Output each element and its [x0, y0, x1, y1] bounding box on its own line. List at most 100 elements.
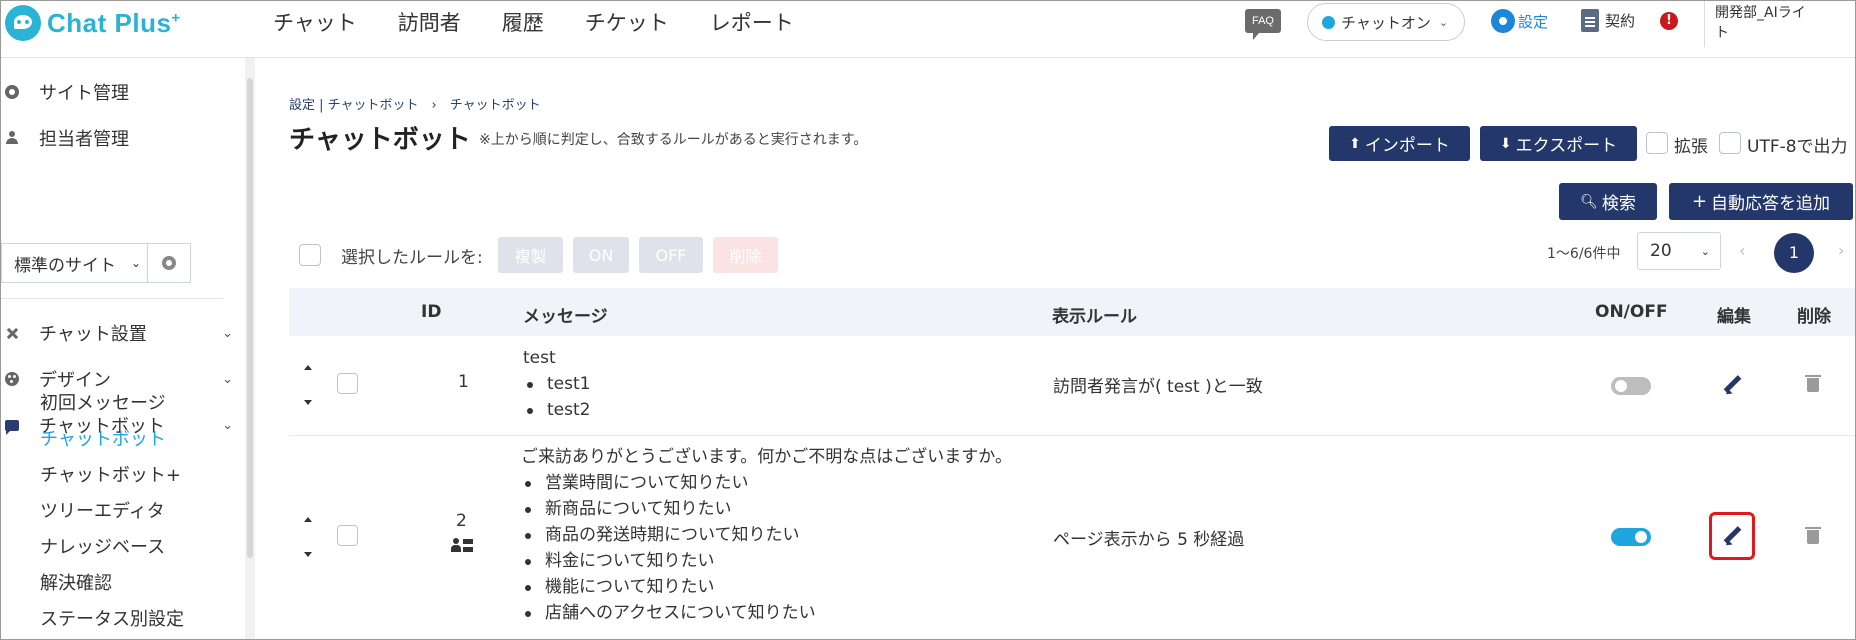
gear-icon: [1491, 9, 1515, 33]
row-toggle-on[interactable]: [1611, 528, 1651, 546]
table-header: ID メッセージ 表示ルール ON/OFF 編集 削除: [289, 288, 1855, 336]
chevron-down-icon: ⌄: [1700, 244, 1710, 258]
row-checkbox[interactable]: [337, 525, 358, 546]
expand-label: 拡張: [1674, 137, 1708, 157]
row-message: ご来訪ありがとうございます。何かご不明な点はございますか。 営業時間について知り…: [521, 444, 1012, 626]
chevron-down-icon: ⌄: [1438, 15, 1449, 29]
bulk-action-label: 選択したルールを:: [341, 248, 483, 268]
site-select[interactable]: 標準のサイト ⌄: [1, 243, 191, 283]
trash-icon[interactable]: [1805, 375, 1821, 392]
settings-link[interactable]: 設定: [1491, 9, 1548, 33]
sidebar-item-chat-setup[interactable]: チャット設置 ⌄: [1, 320, 233, 346]
bulk-off-button[interactable]: OFF: [639, 237, 703, 273]
move-down-icon[interactable]: [304, 552, 312, 557]
nav-visitors[interactable]: 訪問者: [398, 7, 461, 37]
utf8-label: UTF-8で出力: [1747, 137, 1848, 157]
page-size-select[interactable]: 20 ⌄: [1637, 232, 1721, 270]
sidebar-scrollbar[interactable]: [245, 58, 255, 639]
chat-bubble-logo-icon: [5, 5, 41, 41]
chat-status-label: チャットオン: [1341, 13, 1431, 32]
page-note: ※上から順に判定し、合致するルールがあると実行されます。: [479, 132, 868, 148]
sidebar-sub-chatbot-plus[interactable]: チャットボット+: [40, 461, 181, 487]
faq-icon[interactable]: FAQ: [1245, 9, 1281, 40]
contract-link[interactable]: 契約: [1581, 9, 1635, 32]
message-choice: 店舗へのアクセスについて知りたい: [521, 600, 1012, 626]
next-page-icon[interactable]: ›: [1838, 241, 1844, 260]
select-all-checkbox[interactable]: [299, 244, 321, 266]
sidebar-sub-first-message[interactable]: 初回メッセージ: [40, 389, 166, 415]
pencil-icon[interactable]: [1722, 526, 1742, 546]
header-delete: 削除: [1797, 307, 1831, 327]
logo-text: Chat Plus+: [47, 7, 181, 38]
palette-icon: [5, 372, 19, 386]
upload-icon: ⬆: [1349, 135, 1361, 152]
app-window: Chat Plus+ チャット 訪問者 履歴 チケット レポート FAQ チャッ…: [0, 0, 1856, 640]
main-nav: チャット 訪問者 履歴 チケット レポート: [273, 7, 835, 37]
page-title: チャットボット: [289, 125, 471, 155]
user-icon: [5, 131, 19, 145]
row-checkbox[interactable]: [337, 373, 358, 394]
sidebar-sub-chatbot[interactable]: チャットボット: [40, 425, 166, 451]
message-choice: 料金について知りたい: [521, 548, 1012, 574]
sidebar-item-label: サイト管理: [39, 83, 129, 104]
sidebar-sub-status-settings[interactable]: ステータス別設定: [40, 605, 184, 631]
export-button[interactable]: ⬇ エクスポート: [1480, 126, 1637, 161]
nav-tickets[interactable]: チケット: [585, 7, 669, 37]
chat-icon: [5, 419, 19, 435]
alert-icon[interactable]: !: [1660, 12, 1678, 30]
chevron-down-icon: ⌄: [222, 371, 233, 387]
expand-checkbox[interactable]: [1646, 132, 1668, 154]
bulk-on-button[interactable]: ON: [573, 237, 629, 273]
header-id[interactable]: ID: [421, 302, 441, 322]
sidebar-item-staff-manage[interactable]: 担当者管理: [1, 125, 233, 151]
current-page-button[interactable]: 1: [1774, 233, 1814, 273]
add-auto-reply-button[interactable]: + 自動応答を追加: [1669, 183, 1853, 220]
pencil-icon[interactable]: [1722, 375, 1742, 395]
message-choice: 新商品について知りたい: [521, 496, 1012, 522]
row-id: 1: [458, 372, 469, 392]
chat-status-dropdown[interactable]: チャットオン ⌄: [1307, 3, 1465, 41]
site-select-box[interactable]: 標準のサイト ⌄: [2, 243, 148, 283]
header-onoff: ON/OFF: [1595, 302, 1668, 322]
move-down-icon[interactable]: [304, 400, 312, 405]
result-count: 1～6/6件中: [1547, 246, 1621, 262]
tools-icon: [5, 326, 19, 340]
download-icon: ⬇: [1499, 135, 1512, 152]
nav-history[interactable]: 履歴: [502, 7, 544, 37]
sidebar-divider: [1, 298, 223, 299]
user-name-line1: 開発部_AIライ: [1715, 5, 1806, 21]
contract-label: 契約: [1605, 12, 1636, 30]
chevron-down-icon: ⌄: [222, 325, 233, 341]
sidebar-sub-tree-editor[interactable]: ツリーエディタ: [40, 497, 165, 523]
row-display-rule: ページ表示から 5 秒経過: [1053, 530, 1245, 550]
breadcrumb[interactable]: 設定 | チャットボット › チャットボット: [289, 94, 541, 113]
sidebar-sub-knowledge-base[interactable]: ナレッジベース: [40, 533, 165, 559]
row-toggle-off[interactable]: [1611, 377, 1651, 395]
site-settings-gear-icon[interactable]: [162, 256, 176, 270]
utf8-checkbox[interactable]: [1719, 132, 1741, 154]
prev-page-icon[interactable]: ‹: [1739, 241, 1745, 260]
search-button[interactable]: 🔍︎ 検索: [1559, 183, 1657, 220]
top-bar: Chat Plus+ チャット 訪問者 履歴 チケット レポート FAQ チャッ…: [1, 1, 1855, 58]
nav-chat[interactable]: チャット: [273, 7, 357, 37]
sidebar-item-site-manage[interactable]: サイト管理: [1, 79, 233, 105]
move-up-icon[interactable]: [304, 517, 312, 522]
logo[interactable]: Chat Plus+: [5, 3, 181, 43]
import-button[interactable]: ⬆ インポート: [1329, 126, 1470, 161]
document-icon: [1581, 9, 1599, 32]
sidebar-sub-resolution-check[interactable]: 解決確認: [40, 569, 112, 595]
page-size-value: 20: [1650, 241, 1672, 261]
bulk-copy-button[interactable]: 複製: [498, 237, 563, 273]
gear-icon: [5, 85, 19, 99]
row-id: 2: [456, 511, 467, 531]
user-card-icon: [451, 538, 473, 554]
trash-icon[interactable]: [1805, 527, 1821, 544]
message-choice: 商品の発送時期について知りたい: [521, 522, 1012, 548]
nav-reports[interactable]: レポート: [710, 7, 794, 37]
header-message: メッセージ: [523, 307, 608, 327]
row-message: test test1 test2: [523, 345, 590, 423]
bulk-delete-button[interactable]: 削除: [713, 237, 778, 273]
sidebar: サイト管理 担当者管理 標準のサイト ⌄ チャット設置 ⌄ デザイン ⌄ チャッ…: [1, 58, 245, 639]
user-menu[interactable]: 開発部_AIライ ト: [1704, 1, 1854, 47]
move-up-icon[interactable]: [304, 365, 312, 370]
